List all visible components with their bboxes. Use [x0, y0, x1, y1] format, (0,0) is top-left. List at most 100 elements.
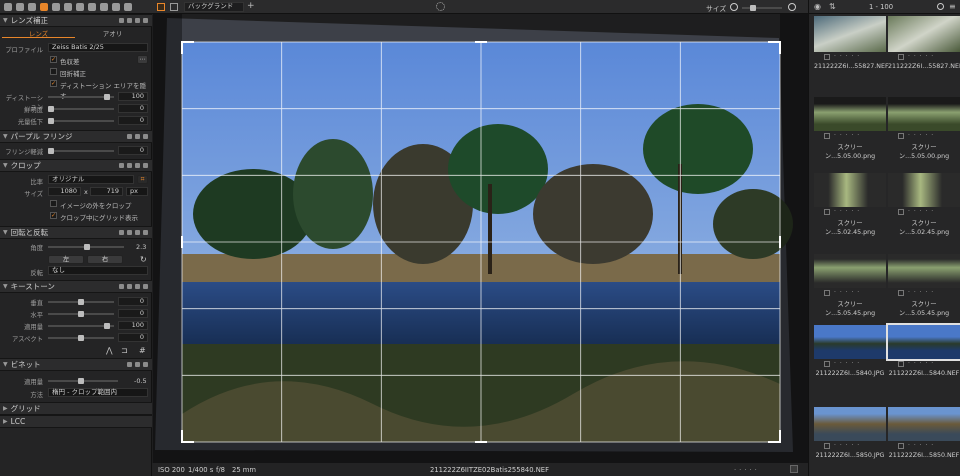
select-checkbox[interactable] [898, 209, 904, 215]
help-icon[interactable] [135, 163, 140, 168]
vertical-slider[interactable] [48, 299, 114, 305]
vignette-header[interactable]: ▼ ビネット [0, 358, 152, 371]
menu-icon[interactable] [143, 230, 148, 235]
help-icon[interactable] [135, 284, 140, 289]
reset-rotate-icon[interactable]: ↻ [140, 255, 147, 264]
select-checkbox[interactable] [898, 361, 904, 367]
metadata-tab-icon[interactable] [88, 2, 96, 11]
crop-tool-icon[interactable] [119, 163, 124, 168]
zoom-icon[interactable] [730, 3, 738, 11]
rating-dots[interactable]: · · · · · [834, 360, 860, 367]
rating-dots[interactable]: · · · · · [908, 208, 934, 215]
reset-icon[interactable] [135, 230, 140, 235]
select-checkbox[interactable] [824, 133, 830, 139]
select-checkbox[interactable] [898, 133, 904, 139]
diffraction-checkbox[interactable] [50, 68, 57, 75]
reset-icon[interactable] [127, 18, 132, 23]
menu-icon[interactable] [143, 362, 148, 367]
collapse-arrow-icon[interactable]: ▼ [3, 283, 8, 290]
purple-fringe-header[interactable]: ▼ パープル フリンジ [0, 130, 152, 143]
sort-icon[interactable]: ⇅ [829, 2, 836, 11]
rating-dots[interactable]: · · · · · [834, 442, 860, 449]
straighten-icon[interactable] [119, 230, 124, 235]
lcc-header[interactable]: ▶ LCC [0, 415, 152, 428]
fringe-value[interactable]: 0 [118, 146, 148, 155]
rotate-icon[interactable] [127, 230, 132, 235]
more-options-button[interactable]: ⋯ [137, 55, 148, 64]
thumbnail-image[interactable] [888, 407, 960, 441]
help-icon[interactable] [135, 134, 140, 139]
details-tab-icon[interactable] [64, 2, 72, 11]
reset-icon[interactable] [127, 362, 132, 367]
tab-tilt[interactable]: アオリ [76, 28, 149, 38]
thumbnail-image[interactable] [886, 323, 960, 361]
distortion-slider[interactable] [48, 94, 114, 100]
keystone-header[interactable]: ▼ キーストーン [0, 280, 152, 293]
rating-dots[interactable]: · · · · · [834, 208, 860, 215]
thumbnail-image[interactable] [814, 325, 886, 359]
image-canvas[interactable] [153, 14, 808, 463]
thumbnail-image[interactable] [888, 97, 960, 131]
rating-dots[interactable]: · · · · · [834, 289, 860, 296]
rating-dots[interactable]: · · · · · [908, 360, 934, 367]
thumb-size-slider[interactable] [742, 5, 782, 11]
method-select[interactable]: 楕円 - クロップ範囲内 [48, 388, 148, 397]
expand-arrow-icon[interactable]: ▶ [3, 418, 8, 425]
collapse-arrow-icon[interactable]: ▼ [3, 229, 8, 236]
color-tag-icon[interactable] [790, 465, 798, 473]
vignette-amount-slider[interactable] [48, 378, 118, 384]
menu-icon[interactable] [143, 134, 148, 139]
crop-outside-checkbox[interactable] [50, 200, 57, 207]
falloff-slider[interactable] [48, 118, 114, 124]
crop-header[interactable]: ▼ クロップ [0, 159, 152, 172]
select-checkbox[interactable] [898, 443, 904, 449]
exposure-tab-icon[interactable] [52, 2, 60, 11]
select-checkbox[interactable] [898, 290, 904, 296]
unit-select[interactable]: px [126, 187, 148, 196]
color-tab-icon[interactable] [28, 2, 36, 11]
hide-distortion-checkbox[interactable]: ✓ [50, 80, 57, 87]
show-grid-checkbox[interactable]: ✓ [50, 212, 57, 219]
sharpness-slider[interactable] [48, 106, 114, 112]
help-icon[interactable] [135, 18, 140, 23]
horizontal-slider[interactable] [48, 311, 114, 317]
layer-select[interactable]: バックグランド [184, 2, 244, 12]
crop-orientation-icon[interactable]: ⌗ [137, 175, 148, 184]
select-checkbox[interactable] [824, 54, 830, 60]
vertical-value[interactable]: 0 [118, 297, 148, 306]
angle-slider[interactable] [48, 244, 124, 250]
grid-view-icon[interactable] [157, 3, 165, 11]
distortion-value[interactable]: 100 [118, 92, 148, 101]
menu-icon[interactable] [143, 163, 148, 168]
thumbnail-image[interactable] [814, 97, 886, 131]
keystone-tool-icon[interactable] [119, 284, 124, 289]
zoom-in-icon[interactable] [788, 3, 796, 11]
keystone-horizontal-icon[interactable]: ⊐ [121, 346, 128, 355]
camera-tab-icon[interactable] [16, 2, 24, 11]
select-checkbox[interactable] [898, 54, 904, 60]
rating-dots[interactable]: ····· [734, 466, 760, 474]
rotate-right-button[interactable]: 右 [87, 255, 123, 264]
angle-value[interactable]: 2.3 [136, 243, 146, 251]
vignette-amount-value[interactable]: -0.5 [134, 377, 147, 385]
collapse-arrow-icon[interactable]: ▼ [3, 162, 8, 169]
rating-dots[interactable]: · · · · · [908, 53, 934, 60]
settings-tab-icon[interactable] [124, 2, 132, 11]
eye-icon[interactable]: ◉ [814, 2, 821, 11]
fringe-slider[interactable] [48, 148, 114, 154]
single-view-icon[interactable] [170, 3, 178, 11]
crop-width-input[interactable]: 1080 [48, 187, 81, 196]
search-tab-icon[interactable] [76, 2, 84, 11]
select-checkbox[interactable] [824, 209, 830, 215]
select-checkbox[interactable] [824, 361, 830, 367]
crop-height-input[interactable]: 719 [90, 187, 123, 196]
thumbnail-image[interactable] [888, 16, 960, 52]
keystone-full-icon[interactable]: # [139, 346, 146, 355]
library-tab-icon[interactable] [4, 2, 12, 11]
collapse-arrow-icon[interactable]: ▼ [3, 361, 8, 368]
thumbnail-image[interactable] [814, 407, 886, 441]
aspect-slider[interactable] [48, 335, 114, 341]
photo-viewer[interactable] [153, 14, 808, 463]
info-tab-icon[interactable] [112, 2, 120, 11]
flip-select[interactable]: なし [48, 266, 148, 275]
